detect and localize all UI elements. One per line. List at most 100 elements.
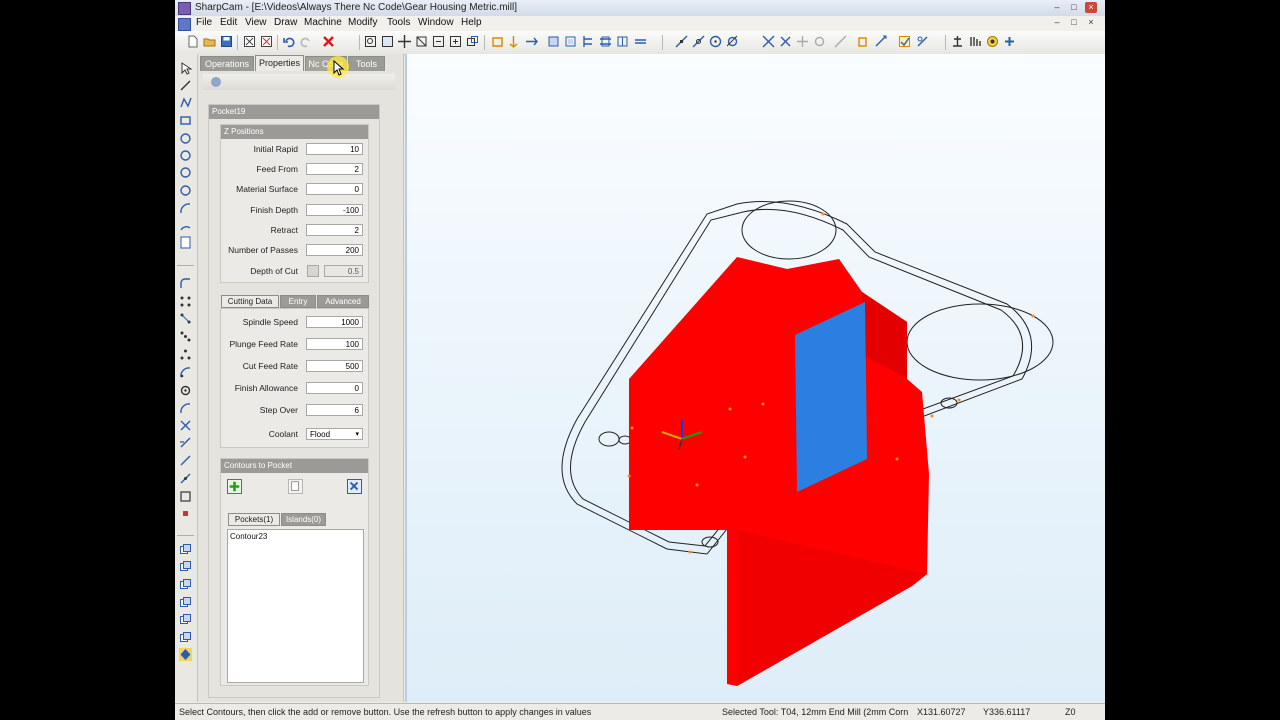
snap-ortho-icon[interactable] — [875, 35, 888, 48]
refresh-button[interactable] — [288, 479, 303, 494]
snap-tangent-icon[interactable] — [726, 35, 739, 48]
mdi-restore-button[interactable]: □ — [1068, 17, 1080, 28]
machine-setup-icon[interactable] — [951, 35, 964, 48]
depth-of-cut-input[interactable]: 0.5 — [324, 265, 363, 277]
generate-toolpath-icon[interactable] — [969, 35, 982, 48]
point-arc-icon[interactable] — [179, 348, 192, 361]
join-icon[interactable] — [179, 472, 192, 485]
open-folder-icon[interactable] — [203, 35, 216, 48]
minimize-button[interactable]: – — [1051, 2, 1063, 13]
polyline-icon[interactable] — [179, 96, 192, 109]
zoom-extents-icon[interactable] — [381, 35, 394, 48]
simulate-icon[interactable] — [986, 35, 999, 48]
line-icon[interactable] — [179, 79, 192, 92]
point-line-icon[interactable] — [179, 330, 192, 343]
snap-grid-icon[interactable] — [796, 35, 809, 48]
menu-tools[interactable]: Tools — [387, 17, 410, 28]
snap-mid-icon[interactable] — [692, 35, 705, 48]
view-side-icon[interactable] — [525, 35, 538, 48]
move-icon[interactable] — [179, 560, 192, 573]
material-surface-input[interactable]: 0 — [306, 183, 363, 195]
rotate-icon[interactable] — [179, 578, 192, 591]
plunge-feed-rate-input[interactable]: 100 — [306, 338, 363, 350]
chamfer-icon[interactable] — [179, 384, 192, 397]
snap-toggle-icon[interactable] — [898, 35, 911, 48]
mirror-icon[interactable] — [179, 596, 192, 609]
menu-help[interactable]: Help — [461, 17, 482, 28]
tab-tools[interactable]: Tools — [348, 56, 385, 71]
extend-icon[interactable] — [179, 436, 192, 449]
zoom-out-icon[interactable] — [449, 35, 462, 48]
coolant-select[interactable]: Flood ▾ — [306, 428, 363, 440]
snap-center-icon[interactable] — [709, 35, 722, 48]
finish-depth-input[interactable]: -100 — [306, 204, 363, 216]
initial-rapid-input[interactable]: 10 — [306, 143, 363, 155]
view-iso-icon[interactable] — [547, 35, 560, 48]
retract-input[interactable]: 2 — [306, 224, 363, 236]
zoom-in-icon[interactable] — [432, 35, 445, 48]
calculator-icon[interactable] — [307, 265, 319, 277]
text-icon[interactable] — [179, 236, 192, 249]
zoom-window-icon[interactable] — [364, 35, 377, 48]
trim-icon[interactable] — [179, 402, 192, 415]
tab-pockets[interactable]: Pockets(1) — [228, 513, 280, 526]
scale-icon[interactable] — [179, 613, 192, 626]
help-icon[interactable] — [211, 77, 221, 87]
snap-end-icon[interactable] — [675, 35, 688, 48]
tab-properties[interactable]: Properties — [255, 55, 304, 71]
tab-operations[interactable]: Operations — [200, 56, 254, 71]
menu-draw[interactable]: Draw — [274, 17, 297, 28]
contour-list[interactable]: Contour23 — [227, 529, 364, 683]
rectangle-icon[interactable] — [179, 114, 192, 127]
tab-entry[interactable]: Entry — [280, 295, 316, 308]
step-over-input[interactable]: 6 — [306, 404, 363, 416]
new-file-icon[interactable] — [186, 35, 199, 48]
maximize-button[interactable]: □ — [1068, 2, 1080, 13]
view-wireframe-icon[interactable] — [634, 35, 647, 48]
view-left-icon[interactable] — [581, 35, 594, 48]
break-icon[interactable] — [179, 454, 192, 467]
number-of-passes-input[interactable]: 200 — [306, 244, 363, 256]
close-window-button[interactable]: × — [1085, 2, 1097, 13]
copy-icon[interactable] — [179, 543, 192, 556]
3d-viewport[interactable] — [405, 54, 1105, 702]
explode-icon[interactable] — [179, 648, 192, 661]
offset-icon[interactable] — [179, 366, 192, 379]
square-icon[interactable] — [179, 490, 192, 503]
tab-cutting-data[interactable]: Cutting Data — [221, 295, 279, 308]
bolt-circle-icon[interactable] — [179, 312, 192, 325]
intersect-icon[interactable] — [179, 419, 192, 432]
snap-settings-icon[interactable] — [916, 35, 929, 48]
mdi-close-button[interactable]: × — [1085, 17, 1097, 28]
pan-icon[interactable] — [398, 35, 411, 48]
arc-icon[interactable] — [179, 202, 192, 215]
arc-3pt-icon[interactable] — [179, 219, 192, 232]
print-preview-icon[interactable] — [243, 35, 256, 48]
circle-center-icon[interactable] — [179, 132, 192, 145]
menu-modify[interactable]: Modify — [348, 17, 377, 28]
save-icon[interactable] — [220, 35, 233, 48]
undo-icon[interactable] — [283, 35, 296, 48]
snap-near-icon[interactable] — [813, 35, 826, 48]
array-icon[interactable] — [179, 631, 192, 644]
spindle-speed-input[interactable]: 1000 — [306, 316, 363, 328]
add-contour-button[interactable] — [227, 479, 242, 494]
remove-contour-button[interactable] — [347, 479, 362, 494]
view-front-icon[interactable] — [507, 35, 520, 48]
cut-feed-rate-input[interactable]: 500 — [306, 360, 363, 372]
mdi-minimize-button[interactable]: – — [1051, 17, 1063, 28]
tab-advanced[interactable]: Advanced — [317, 295, 369, 308]
select-arrow-icon[interactable] — [179, 62, 192, 75]
view-back-icon[interactable] — [564, 35, 577, 48]
menu-edit[interactable]: Edit — [220, 17, 237, 28]
finish-allowance-input[interactable]: 0 — [306, 382, 363, 394]
redo-icon[interactable] — [299, 35, 312, 48]
tab-islands[interactable]: Islands(0) — [281, 513, 326, 526]
snap-perp-icon[interactable] — [779, 35, 792, 48]
feed-from-input[interactable]: 2 — [306, 163, 363, 175]
view-bottom-icon[interactable] — [616, 35, 629, 48]
snap-intersect-icon[interactable] — [762, 35, 775, 48]
node-icon[interactable] — [179, 507, 192, 520]
fillet-icon[interactable] — [179, 277, 192, 290]
zoom-previous-icon[interactable] — [466, 35, 479, 48]
